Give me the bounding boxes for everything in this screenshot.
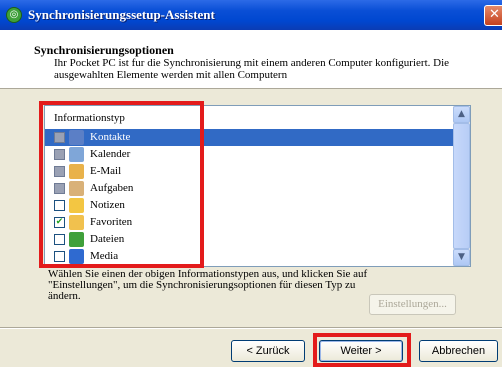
app-icon: ◎	[6, 7, 22, 23]
scroll-down-button[interactable]: ▼	[453, 249, 470, 266]
cancel-button[interactable]: Abbrechen	[419, 340, 498, 362]
list-scrollbar[interactable]: ▲ ▼	[453, 106, 470, 266]
settings-button[interactable]: Einstellungen...	[369, 294, 456, 315]
back-button[interactable]: < Zurück	[231, 340, 305, 362]
footer-separator	[0, 327, 502, 329]
list-highlight-frame	[39, 101, 204, 268]
scroll-up-button[interactable]: ▲	[453, 106, 470, 123]
scroll-thumb[interactable]	[453, 123, 470, 249]
next-button-highlight-frame	[313, 333, 411, 367]
header-description: Ihr Pocket PC ist fur die Synchronisieru…	[54, 57, 450, 81]
close-button[interactable]: ✕	[484, 5, 502, 26]
title-bar[interactable]: ◎ Synchronisierungssetup-Assistent ✕	[0, 0, 502, 30]
hint-text: Wählen Sie einen der obigen Informations…	[48, 268, 368, 302]
header-title: Synchronisierungsoptionen	[34, 43, 174, 57]
window-title: Synchronisierungssetup-Assistent	[28, 7, 215, 22]
wizard-window: ◎ Synchronisierungssetup-Assistent ✕ Syn…	[0, 0, 502, 367]
